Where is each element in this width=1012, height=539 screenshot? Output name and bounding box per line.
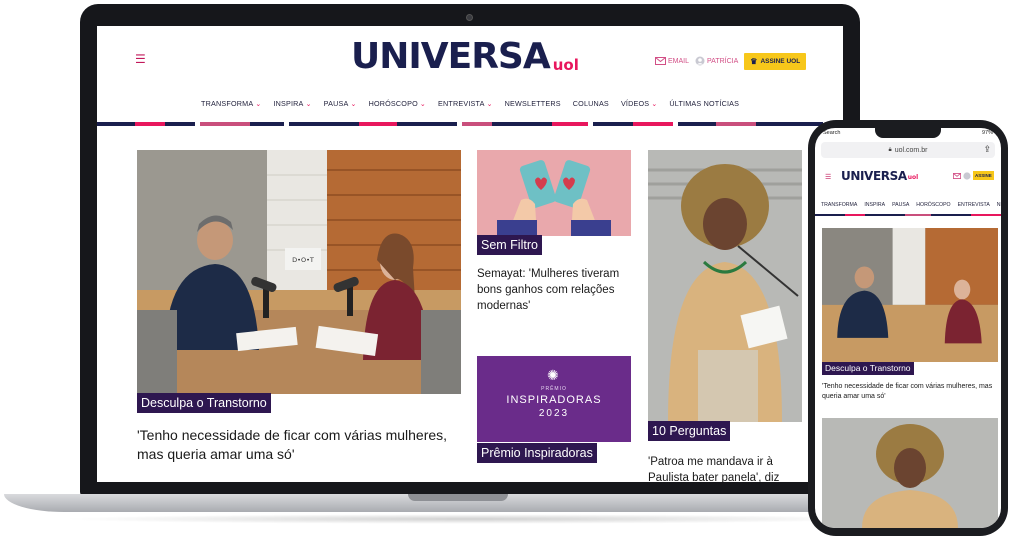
section-badge-premio-inspiradoras[interactable]: Prêmio Inspiradoras (477, 443, 597, 463)
section-badge-10-perguntas[interactable]: 10 Perguntas (648, 421, 731, 441)
status-left: Search (823, 130, 841, 136)
hamburger-menu-icon[interactable]: ☰ (135, 53, 147, 65)
phone-header-actions: ASSINE (953, 171, 994, 180)
phone-site-logo[interactable]: UNIVERSA uol (841, 170, 918, 182)
phone-nav-item[interactable]: HORÓSCOPO (916, 202, 950, 208)
inspiradoras-art-year: 2023 (538, 408, 570, 419)
phone-second-story-image[interactable] (822, 418, 998, 528)
header-actions: EMAIL PATRÍCIA ♛ ASSINE UOL (655, 52, 807, 70)
chevron-down-icon: ⌄ (350, 100, 357, 108)
main-story-headline[interactable]: 'Tenho necessidade de ficar com várias m… (137, 426, 467, 464)
chevron-down-icon: ⌄ (419, 100, 426, 108)
nav-item-ultimas-noticias[interactable]: ÚLTIMAS NOTÍCIAS (669, 99, 739, 108)
main-nav: TRANSFORMA ⌄ INSPIRA ⌄ PAUSA ⌄ HORÓSCOPO ⌄ E… (201, 99, 751, 108)
phone-main-story-image[interactable] (822, 228, 998, 362)
nav-item-horoscopo[interactable]: HORÓSCOPO ⌄ (369, 99, 426, 108)
phone-subscribe-button[interactable]: ASSINE (973, 171, 994, 180)
phone-nav-item[interactable]: ENTREVISTA (958, 202, 990, 208)
phone-status-bar: Search 97% (823, 130, 993, 138)
mail-icon[interactable] (953, 172, 961, 179)
logo-wordmark: UNIVERSA (351, 36, 551, 77)
laptop-notch (408, 494, 508, 501)
inspiradoras-image[interactable]: ✺ PRÊMIO INSPIRADORAS 2023 (477, 356, 631, 442)
email-link[interactable]: EMAIL (655, 57, 689, 65)
laptop-shadow (60, 514, 880, 524)
inspiradoras-art-title: INSPIRADORAS (506, 394, 602, 406)
nav-item-transforma[interactable]: TRANSFORMA ⌄ (201, 99, 261, 108)
perguntas-image[interactable] (648, 150, 802, 422)
nav-item-newsletters[interactable]: NEWSLETTERS (505, 99, 561, 108)
phone-hamburger-icon[interactable]: ☰ (825, 173, 831, 181)
phone-nav-item[interactable]: INSPIRA (864, 202, 885, 208)
chevron-down-icon: ⌄ (305, 100, 312, 108)
perguntas-headline[interactable]: 'Patroa me mandava ir à Paulista bater p… (648, 454, 808, 482)
user-label: PATRÍCIA (707, 57, 739, 65)
phone-address-bar[interactable]: 🔒︎ uol.com.br ⇪ (821, 142, 995, 158)
site-logo[interactable]: UNIVERSA uol (351, 36, 579, 77)
user-avatar-icon[interactable] (963, 171, 971, 180)
phone-nav: TRANSFORMA INSPIRA PAUSA HORÓSCOPO ENTRE… (821, 202, 1001, 208)
battery-level: 97% (981, 130, 993, 136)
lock-icon: 🔒︎ (888, 146, 892, 153)
sem-filtro-headline[interactable]: Semayat: 'Mulheres tiveram bons ganhos c… (477, 266, 637, 314)
subscribe-label: ASSINE UOL (760, 57, 801, 65)
camera-icon (466, 14, 473, 21)
share-icon[interactable]: ⇪ (983, 144, 991, 155)
main-story-image[interactable]: D•O•T (137, 150, 461, 394)
studio-sign: D•O•T (292, 256, 314, 264)
section-badge-desculpa-o-transtorno[interactable]: Desculpa o Transtorno (137, 393, 271, 413)
subscribe-button[interactable]: ♛ ASSINE UOL (744, 52, 807, 70)
product-mockup: ☰ UNIVERSA uol EMAIL PATRÍCIA ♛ ASSINE U… (0, 0, 1012, 539)
nav-item-inspira[interactable]: INSPIRA ⌄ (273, 99, 311, 108)
nav-item-pausa[interactable]: PAUSA ⌄ (324, 99, 357, 108)
phone-section-badge[interactable]: Desculpa o Transtorno (822, 362, 914, 375)
mail-icon (655, 57, 666, 65)
nav-item-colunas[interactable]: COLUNAS (573, 99, 609, 108)
chevron-down-icon: ⌄ (486, 100, 493, 108)
section-badge-sem-filtro[interactable]: Sem Filtro (477, 235, 542, 255)
logo-suffix: uol (552, 56, 579, 74)
phone-url: uol.com.br (894, 146, 928, 154)
phone-main-headline[interactable]: 'Tenho necessidade de ficar com várias m… (822, 382, 998, 402)
decorative-stripe (97, 122, 843, 126)
phone-screen: Search 97% 🔒︎ uol.com.br ⇪ ☰ UNIVERSA uo… (815, 128, 1001, 528)
laptop-screen: ☰ UNIVERSA uol EMAIL PATRÍCIA ♛ ASSINE U… (97, 26, 843, 482)
user-link[interactable]: PATRÍCIA (695, 56, 738, 66)
nav-item-entrevista[interactable]: ENTREVISTA ⌄ (438, 99, 493, 108)
user-avatar-icon (695, 56, 705, 66)
sem-filtro-image[interactable] (477, 150, 631, 236)
phone-nav-item[interactable]: PAUSA (892, 202, 909, 208)
nav-item-videos[interactable]: VÍDEOS ⌄ (621, 99, 657, 108)
chevron-down-icon: ⌄ (255, 100, 262, 108)
phone-nav-item[interactable]: NE (997, 202, 1001, 208)
email-label: EMAIL (668, 57, 690, 65)
sparkle-icon: ✺ (547, 367, 559, 383)
inspiradoras-art-small: PRÊMIO (541, 386, 567, 392)
crown-icon: ♛ (750, 56, 758, 66)
phone-nav-item[interactable]: TRANSFORMA (821, 202, 857, 208)
phone-decorative-stripe (815, 214, 1001, 216)
chevron-down-icon: ⌄ (651, 100, 658, 108)
